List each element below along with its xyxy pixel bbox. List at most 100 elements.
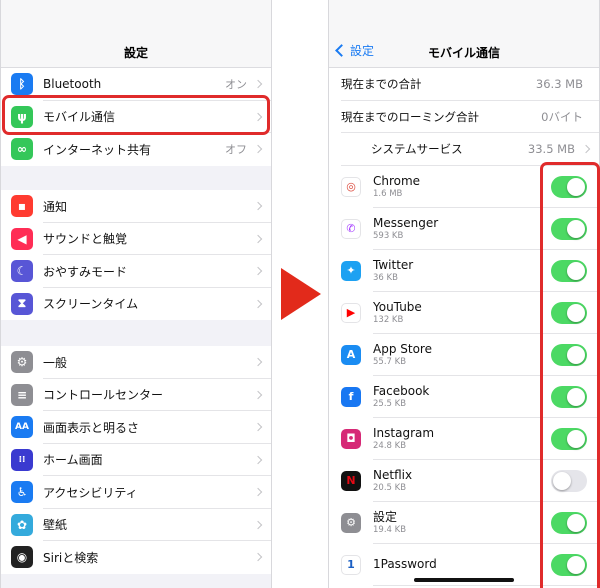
settings-row-label: ホーム画面 — [43, 453, 103, 468]
settings-row-label: Bluetooth — [43, 77, 102, 92]
app-data-size: 132 KB — [373, 314, 404, 325]
app-data-size: 24.8 KB — [373, 440, 407, 451]
chevron-right-icon — [253, 488, 263, 497]
settings-row-label: サウンドと触覚 — [43, 232, 128, 247]
settings-row-value: オン — [225, 78, 247, 92]
system-services-row[interactable]: システムサービス 33.5 MB — [329, 133, 599, 166]
settings-row[interactable]: ✿ 壁紙 — [1, 509, 271, 541]
system-services-value: 33.5 MB — [527, 142, 575, 157]
siri-icon: ◉ — [11, 546, 33, 569]
page-title: 設定 — [123, 46, 148, 60]
settings-row-label: おやすみモード — [43, 264, 128, 279]
settings-row-label: 画面表示と明るさ — [43, 420, 140, 435]
netflix-icon: N — [341, 470, 361, 491]
chevron-right-icon — [253, 80, 263, 89]
app-name: Twitter — [373, 257, 414, 272]
settings-row[interactable]: ⁞⁞ ホーム画面 — [1, 444, 271, 476]
app-data-size: 25.5 KB — [373, 398, 407, 409]
app-data-size: 593 KB — [373, 230, 404, 241]
settings-gear-icon: ⚙ — [341, 512, 361, 533]
settings-row[interactable]: ☾ おやすみモード — [1, 255, 271, 288]
app-text: Twitter 36 KB — [373, 258, 413, 284]
settings-row-label: コントロールセンター — [43, 388, 164, 403]
stat-label: 現在までのローミング合計 — [341, 109, 479, 124]
toggles-highlight — [540, 162, 600, 588]
instagram-icon: ◘ — [341, 428, 361, 449]
app-data-size: 19.4 KB — [373, 524, 407, 535]
general-group: ⚙ 一般 ≡ コントロールセンター AA 画面表示と明るさ ⁞⁞ ホーム画面 ♿ アクセシビリティ… — [1, 346, 271, 574]
settings-row-label: インターネット共有 — [43, 142, 152, 157]
chevron-right-icon — [581, 145, 591, 154]
system-services-label: システムサービス — [371, 142, 463, 157]
right-arrow-icon — [281, 268, 321, 320]
settings-row[interactable]: ⧗ スクリーンタイム — [1, 288, 271, 321]
bluetooth-icon: ᛒ — [11, 73, 33, 96]
settings-row-label: 通知 — [43, 199, 68, 214]
settings-row[interactable]: ∞ インターネット共有 オフ — [1, 133, 271, 166]
gear-icon: ⚙ — [11, 351, 33, 374]
app-text: 設定 19.4 KB — [373, 510, 406, 536]
app-name: 1Password — [373, 557, 437, 571]
chevron-right-icon — [253, 520, 263, 529]
navigation-bar: 設定 モバイル通信 — [329, 0, 599, 68]
settings-row[interactable]: ◉ Siriと検索 — [1, 541, 271, 574]
twitter-icon: ✦ — [341, 260, 361, 281]
text-size-icon: AA — [11, 416, 33, 439]
app-name: App Store — [373, 341, 432, 356]
app-name: YouTube — [373, 299, 422, 314]
settings-row-label: 一般 — [43, 355, 68, 370]
home-indicator — [414, 578, 514, 582]
navigation-bar: 設定 — [1, 0, 271, 68]
stat-label: 現在までの合計 — [341, 77, 422, 92]
app-data-size: 20.5 KB — [373, 482, 407, 493]
chevron-right-icon — [253, 267, 263, 276]
facebook-icon: f — [341, 386, 361, 407]
wallpaper-icon: ✿ — [11, 513, 33, 536]
chevron-right-icon — [253, 553, 263, 562]
settings-row[interactable]: ◀ サウンドと触覚 — [1, 223, 271, 255]
speaker-icon: ◀ — [11, 227, 33, 250]
app-text: App Store 55.7 KB — [373, 342, 432, 368]
settings-row-label: スクリーンタイム — [43, 297, 139, 312]
chevron-right-icon — [253, 234, 263, 243]
notification-icon: ▪ — [11, 195, 33, 218]
usage-stat-row: 現在までの合計 36.3 MB — [329, 68, 599, 101]
chevron-right-icon — [253, 455, 263, 464]
app-text: Messenger 593 KB — [373, 216, 438, 242]
moon-icon: ☾ — [11, 260, 33, 283]
app-name: Chrome — [373, 173, 421, 188]
youtube-icon: ▶ — [341, 302, 361, 323]
accessibility-icon: ♿ — [11, 481, 33, 504]
app-name: 設定 — [373, 509, 398, 524]
chevron-right-icon — [253, 358, 263, 367]
notifications-group: ▪ 通知 ◀ サウンドと触覚 ☾ おやすみモード ⧗ スクリーンタイム — [1, 190, 271, 320]
chevron-right-icon — [253, 202, 263, 211]
app-text: 1Password — [373, 557, 437, 572]
app-text: Netflix 20.5 KB — [373, 468, 412, 494]
messenger-icon: ✆ — [341, 218, 361, 239]
app-text: Instagram 24.8 KB — [373, 426, 434, 452]
mobile-data-highlight — [2, 95, 270, 135]
chevron-right-icon — [253, 390, 263, 399]
app-name: Facebook — [373, 383, 430, 398]
chevron-right-icon — [253, 299, 263, 308]
hourglass-icon: ⧗ — [11, 292, 33, 315]
chevron-right-icon — [253, 423, 263, 432]
toggles-icon: ≡ — [11, 383, 33, 406]
app-name: Instagram — [373, 425, 435, 440]
settings-row[interactable]: ≡ コントロールセンター — [1, 379, 271, 411]
chevron-right-icon — [253, 145, 263, 154]
app-data-size: 1.6 MB — [373, 188, 403, 199]
hotspot-icon: ∞ — [11, 138, 33, 161]
settings-screen: 設定 ᛒ Bluetooth オン ψ モバイル通信 ∞ インターネット共有 オフ ▪ 通知 ◀ サ… — [0, 0, 272, 588]
settings-row[interactable]: AA 画面表示と明るさ — [1, 411, 271, 444]
app-name: Messenger — [373, 215, 439, 230]
app-text: Chrome 1.6 MB — [373, 174, 420, 200]
settings-row[interactable]: ⚙ 一般 — [1, 346, 271, 379]
usage-stat-row: 現在までのローミング合計 0バイト — [329, 101, 599, 133]
stat-value: 36.3 MB — [535, 77, 583, 92]
settings-row[interactable]: ▪ 通知 — [1, 190, 271, 223]
app-text: Facebook 25.5 KB — [373, 384, 429, 410]
settings-row[interactable]: ♿ アクセシビリティ — [1, 476, 271, 509]
app-name: Netflix — [373, 467, 413, 482]
